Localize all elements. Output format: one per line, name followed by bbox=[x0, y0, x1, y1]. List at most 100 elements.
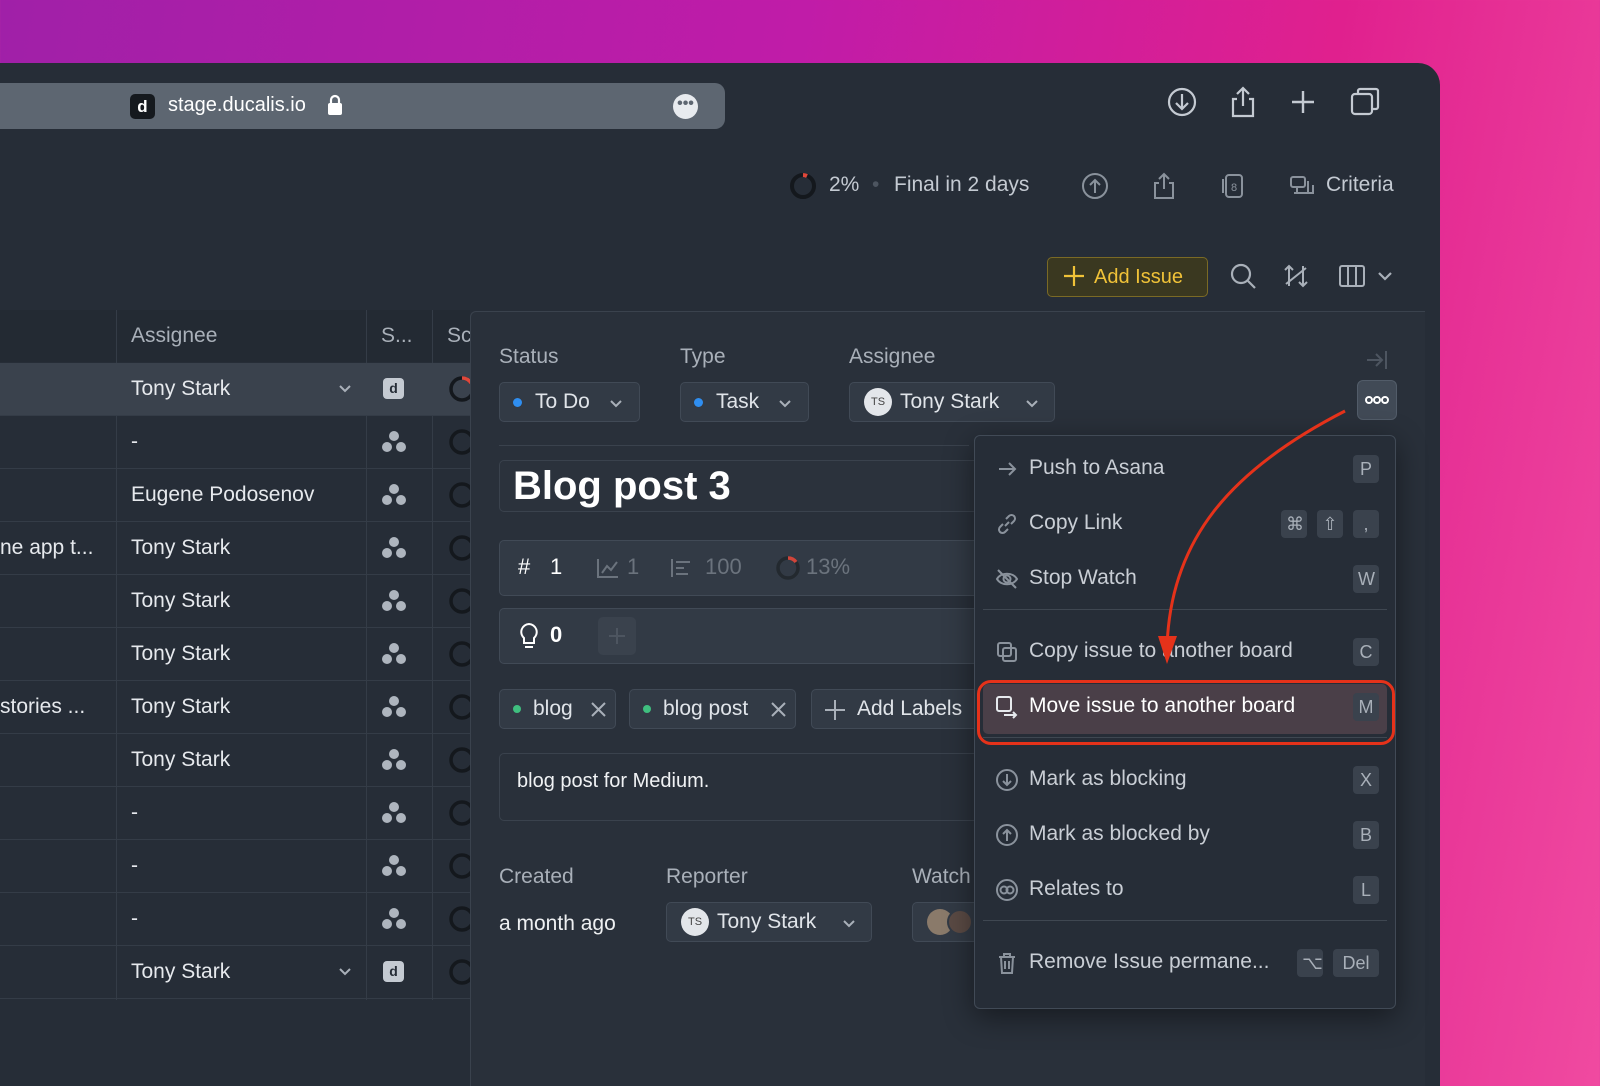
table-row[interactable]: - bbox=[0, 416, 475, 469]
menu-item-mark-as-blocking[interactable]: Mark as blocking X bbox=[975, 755, 1395, 805]
label-dot bbox=[643, 705, 651, 713]
assignee-cell[interactable]: Tony Stark bbox=[131, 695, 230, 719]
assignee-cell[interactable]: Tony Stark bbox=[131, 642, 230, 666]
new-tab-icon[interactable] bbox=[1286, 85, 1320, 119]
menu-item-push-to-asana[interactable]: Push to Asana P bbox=[975, 444, 1395, 494]
table-row[interactable]: Tony Stark bbox=[0, 628, 475, 681]
page-menu-icon[interactable]: ••• bbox=[673, 94, 698, 119]
table-row[interactable]: Tony Stark bbox=[0, 575, 475, 628]
assignee-cell[interactable]: Tony Stark bbox=[131, 377, 230, 401]
add-vote-button[interactable] bbox=[598, 617, 636, 655]
share-icon[interactable] bbox=[1226, 85, 1260, 119]
menu-item-mark-as-blocked-by[interactable]: Mark as blocked by B bbox=[975, 810, 1395, 860]
menu-item-label: Copy Link bbox=[1029, 511, 1123, 534]
menu-item-remove-issue-permane[interactable]: Remove Issue permane... ⌥ Del bbox=[975, 938, 1395, 988]
issue-title-cell[interactable]: ne app t... bbox=[0, 536, 93, 560]
column-header-source[interactable]: S... bbox=[381, 324, 413, 348]
ducalis-source-icon: d bbox=[383, 378, 404, 399]
sort-icon[interactable] bbox=[1280, 260, 1312, 292]
column-header-score[interactable]: Sc bbox=[447, 324, 472, 348]
status-dropdown[interactable]: To Do bbox=[499, 382, 640, 422]
status-value: To Do bbox=[535, 390, 590, 413]
tabs-icon[interactable] bbox=[1348, 85, 1382, 119]
deadline-text[interactable]: Final in 2 days bbox=[894, 173, 1029, 197]
more-options-button[interactable] bbox=[1357, 380, 1397, 420]
asana-source-icon bbox=[381, 748, 407, 772]
assignee-cell[interactable]: Tony Stark bbox=[131, 536, 230, 560]
menu-item-copy-link[interactable]: Copy Link ⌘ ⇧, bbox=[975, 499, 1395, 549]
issue-title[interactable]: Blog post 3 bbox=[499, 460, 979, 512]
assignee-cell[interactable]: Eugene Podosenov bbox=[131, 483, 314, 507]
chevron-down-icon bbox=[610, 400, 622, 408]
upload-circle-icon[interactable] bbox=[1080, 171, 1110, 201]
browser-window: d stage.ducalis.io ••• 2% • Final in 2 d… bbox=[0, 63, 1440, 1086]
divider bbox=[499, 445, 969, 446]
asana-source-icon bbox=[381, 907, 407, 931]
reporter-value: Tony Stark bbox=[717, 910, 817, 933]
table-header: Assignee S... Sc bbox=[0, 310, 472, 362]
table-row[interactable]: ne app t... Tony Stark bbox=[0, 522, 475, 575]
column-header-assignee[interactable]: Assignee bbox=[131, 324, 217, 348]
assignee-cell[interactable]: - bbox=[131, 907, 138, 931]
table-row[interactable]: Eugene Podosenov bbox=[0, 469, 475, 522]
criteria-label[interactable]: Criteria bbox=[1326, 173, 1394, 197]
lightbulb-icon bbox=[520, 622, 538, 648]
chevron-down-icon[interactable] bbox=[337, 963, 353, 979]
assignee-dropdown[interactable]: TS Tony Stark bbox=[849, 382, 1055, 422]
table-row[interactable]: Tony Stark d bbox=[0, 363, 475, 416]
votes-count: 0 bbox=[550, 622, 563, 647]
close-icon[interactable] bbox=[770, 701, 787, 718]
table-row[interactable]: - bbox=[0, 787, 475, 840]
menu-item-stop-watch[interactable]: Stop Watch W bbox=[975, 554, 1395, 604]
assignee-cell[interactable]: - bbox=[131, 854, 138, 878]
label-tag[interactable]: blog post bbox=[629, 689, 796, 729]
chevron-down-icon[interactable] bbox=[1374, 260, 1396, 292]
issue-title-cell[interactable]: stories ... bbox=[0, 695, 85, 719]
collapse-panel-icon[interactable] bbox=[1364, 347, 1390, 373]
table-row[interactable]: Tony Stark d bbox=[0, 946, 475, 999]
menu-separator bbox=[983, 609, 1387, 610]
close-icon[interactable] bbox=[590, 701, 607, 718]
share-board-icon[interactable] bbox=[1149, 171, 1179, 201]
issue-description[interactable]: blog post for Medium. bbox=[499, 753, 979, 821]
chevron-down-icon[interactable] bbox=[337, 380, 353, 396]
label-tag[interactable]: blog bbox=[499, 689, 616, 729]
url-text[interactable]: stage.ducalis.io bbox=[168, 94, 306, 117]
columns-icon[interactable] bbox=[1336, 260, 1368, 292]
search-icon[interactable] bbox=[1227, 260, 1259, 292]
asana-source-icon bbox=[381, 854, 407, 878]
address-bar[interactable]: d stage.ducalis.io ••• bbox=[0, 83, 725, 129]
asana-source-icon bbox=[381, 430, 407, 454]
add-labels-button[interactable]: Add Labels bbox=[811, 689, 981, 729]
status-dot bbox=[513, 398, 522, 407]
assignee-cell[interactable]: Tony Stark bbox=[131, 748, 230, 772]
download-icon[interactable] bbox=[1165, 85, 1199, 119]
assignee-cell[interactable]: Tony Stark bbox=[131, 960, 230, 984]
table-row[interactable]: Tony Stark bbox=[0, 734, 475, 787]
table-row[interactable]: - bbox=[0, 840, 475, 893]
assignee-cell[interactable]: Tony Stark bbox=[131, 589, 230, 613]
criteria-icon[interactable] bbox=[1288, 171, 1318, 201]
cards-badge-icon[interactable]: 8 bbox=[1218, 171, 1248, 201]
more-horizontal-icon bbox=[1365, 396, 1389, 404]
menu-item-label: Remove Issue permane... bbox=[1029, 950, 1270, 973]
menu-item-relates-to[interactable]: Relates to L bbox=[975, 865, 1395, 915]
keyboard-shortcut-key: , bbox=[1353, 510, 1379, 538]
assignee-value: Tony Stark bbox=[900, 390, 1000, 413]
reporter-dropdown[interactable]: TS Tony Stark bbox=[666, 902, 872, 942]
arrow-up-circle-icon bbox=[996, 824, 1018, 846]
asana-source-icon bbox=[381, 536, 407, 560]
table-row[interactable]: stories ... Tony Stark bbox=[0, 681, 475, 734]
menu-item-copy-issue-to-another-board[interactable]: Copy issue to another board C bbox=[975, 627, 1395, 677]
table-row[interactable]: - bbox=[0, 893, 475, 946]
type-value: Task bbox=[716, 390, 760, 413]
assignee-cell[interactable]: - bbox=[131, 801, 138, 825]
add-issue-button[interactable]: Add Issue bbox=[1047, 257, 1208, 297]
assignee-cell[interactable]: - bbox=[131, 430, 138, 454]
type-dropdown[interactable]: Task bbox=[680, 382, 809, 422]
trend-value: 1 bbox=[627, 554, 640, 579]
assignee-label: Assignee bbox=[849, 345, 936, 368]
label-dot bbox=[513, 705, 521, 713]
asana-source-icon bbox=[381, 483, 407, 507]
menu-item-label: Push to Asana bbox=[1029, 456, 1165, 479]
